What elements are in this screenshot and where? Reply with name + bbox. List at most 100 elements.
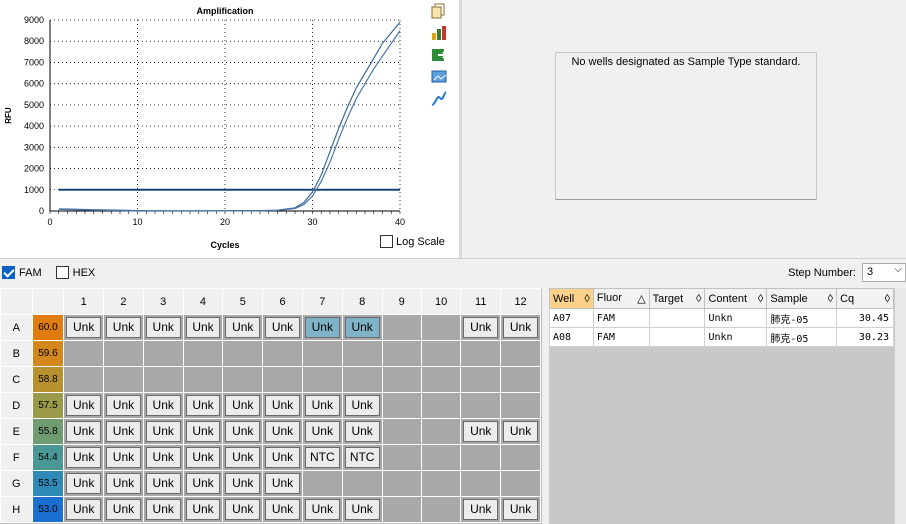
well-label[interactable]: Unk (145, 473, 181, 494)
plate-well[interactable]: Unk (182, 470, 224, 497)
row-header[interactable]: B (0, 340, 33, 367)
column-header[interactable]: 6 (262, 288, 303, 315)
row-header[interactable]: E (0, 418, 33, 445)
well-label[interactable]: Unk (106, 473, 141, 494)
plate-well-empty[interactable] (381, 366, 422, 393)
fluor-fam[interactable]: FAM (2, 266, 42, 279)
plate-well[interactable]: Unk (142, 470, 184, 497)
column-header[interactable]: 7 (301, 288, 343, 315)
column-header[interactable]: 10 (420, 288, 462, 315)
results-column-header[interactable]: Content ◊ (704, 288, 768, 309)
results-column-header[interactable]: Fluor △ (592, 288, 650, 309)
sort-icon[interactable]: ◊ (584, 293, 592, 305)
plate-well[interactable]: Unk (222, 392, 264, 419)
plate-well-empty[interactable] (460, 392, 502, 419)
row-header[interactable]: F (0, 444, 33, 471)
plate-well[interactable]: Unk (500, 418, 541, 445)
row-header[interactable]: C (0, 366, 33, 393)
plate-well[interactable]: NTC (301, 444, 343, 471)
plate-well[interactable]: Unk (460, 418, 502, 445)
plate-well[interactable]: Unk (262, 444, 303, 471)
well-label[interactable]: Unk (66, 317, 102, 338)
row-header[interactable]: G (0, 470, 33, 497)
well-label[interactable]: Unk (463, 317, 499, 338)
well-label[interactable]: Unk (463, 499, 499, 520)
plate-splitter[interactable] (541, 288, 549, 524)
well-label[interactable]: Unk (66, 395, 102, 416)
plate-well-empty[interactable] (182, 340, 224, 367)
plate-well[interactable]: Unk (301, 314, 343, 341)
plate-well[interactable]: Unk (63, 392, 105, 419)
well-label[interactable]: Unk (106, 499, 141, 520)
results-column-header[interactable]: Target ◊ (648, 288, 706, 309)
plate-well-empty[interactable] (500, 366, 541, 393)
row-header[interactable]: A (0, 314, 33, 341)
plate-corner-select[interactable] (31, 288, 65, 315)
plate-well[interactable]: Unk (222, 470, 264, 497)
plate-well-empty[interactable] (301, 340, 343, 367)
well-label[interactable]: Unk (145, 421, 181, 442)
plate-well-empty[interactable] (103, 340, 144, 367)
column-header[interactable]: 5 (222, 288, 264, 315)
plate-well-empty[interactable] (262, 366, 303, 393)
well-label[interactable]: Unk (225, 421, 261, 442)
export-chart-icon[interactable] (430, 24, 448, 42)
plate-well-empty[interactable] (420, 314, 462, 341)
plate-well[interactable]: Unk (341, 496, 383, 523)
column-header[interactable]: 4 (182, 288, 224, 315)
results-column-header[interactable]: Cq ◊ (836, 288, 894, 309)
column-header[interactable]: 1 (63, 288, 105, 315)
well-label[interactable]: Unk (344, 317, 380, 338)
plate-well-empty[interactable] (420, 444, 462, 471)
well-label[interactable]: Unk (66, 421, 102, 442)
plate-well[interactable]: Unk (222, 418, 264, 445)
plate-well-empty[interactable] (460, 340, 502, 367)
plate-well[interactable]: Unk (182, 314, 224, 341)
results-column-header[interactable]: Sample ◊ (766, 288, 838, 309)
well-label[interactable]: Unk (304, 317, 340, 338)
column-header[interactable]: 9 (381, 288, 422, 315)
plate-well[interactable]: Unk (103, 418, 144, 445)
plate-well-empty[interactable] (222, 366, 264, 393)
well-label[interactable]: Unk (265, 317, 300, 338)
well-label[interactable]: Unk (106, 395, 141, 416)
well-label[interactable]: Unk (463, 421, 499, 442)
column-header[interactable]: 2 (103, 288, 144, 315)
plate-well[interactable]: Unk (63, 314, 105, 341)
sort-icon[interactable]: ◊ (696, 293, 704, 305)
column-header[interactable]: 8 (341, 288, 383, 315)
copy-icon[interactable] (430, 2, 448, 20)
sort-icon[interactable]: ◊ (828, 293, 836, 305)
column-header[interactable]: 12 (500, 288, 541, 315)
plate-well[interactable]: Unk (262, 418, 303, 445)
plate-well-empty[interactable] (381, 340, 422, 367)
well-label[interactable]: Unk (225, 447, 261, 468)
plate-well[interactable]: Unk (103, 496, 144, 523)
well-label[interactable]: Unk (145, 395, 181, 416)
plate-well[interactable]: Unk (500, 496, 541, 523)
plate-well[interactable]: Unk (262, 496, 303, 523)
plate-well-empty[interactable] (182, 366, 224, 393)
plate-well[interactable]: Unk (63, 418, 105, 445)
well-label[interactable]: Unk (265, 447, 300, 468)
plate-well-empty[interactable] (381, 392, 422, 419)
well-label[interactable]: Unk (225, 499, 261, 520)
plate-well-empty[interactable] (420, 366, 462, 393)
plate-well-empty[interactable] (500, 444, 541, 471)
plate-well[interactable]: Unk (222, 444, 264, 471)
plate-well[interactable]: Unk (142, 444, 184, 471)
well-label[interactable]: Unk (225, 473, 261, 494)
well-label[interactable]: Unk (106, 421, 141, 442)
well-label[interactable]: NTC (344, 447, 380, 468)
plate-well-empty[interactable] (103, 366, 144, 393)
plate-well-empty[interactable] (142, 366, 184, 393)
plate-well[interactable]: Unk (500, 314, 541, 341)
plate-well[interactable]: Unk (341, 418, 383, 445)
curve-icon[interactable] (430, 90, 448, 108)
sort-icon[interactable]: △ (637, 292, 648, 305)
well-label[interactable]: Unk (145, 447, 181, 468)
plate-well-empty[interactable] (460, 444, 502, 471)
well-label[interactable]: Unk (185, 473, 221, 494)
hex-checkbox[interactable] (55, 266, 69, 279)
well-label[interactable]: Unk (185, 421, 221, 442)
